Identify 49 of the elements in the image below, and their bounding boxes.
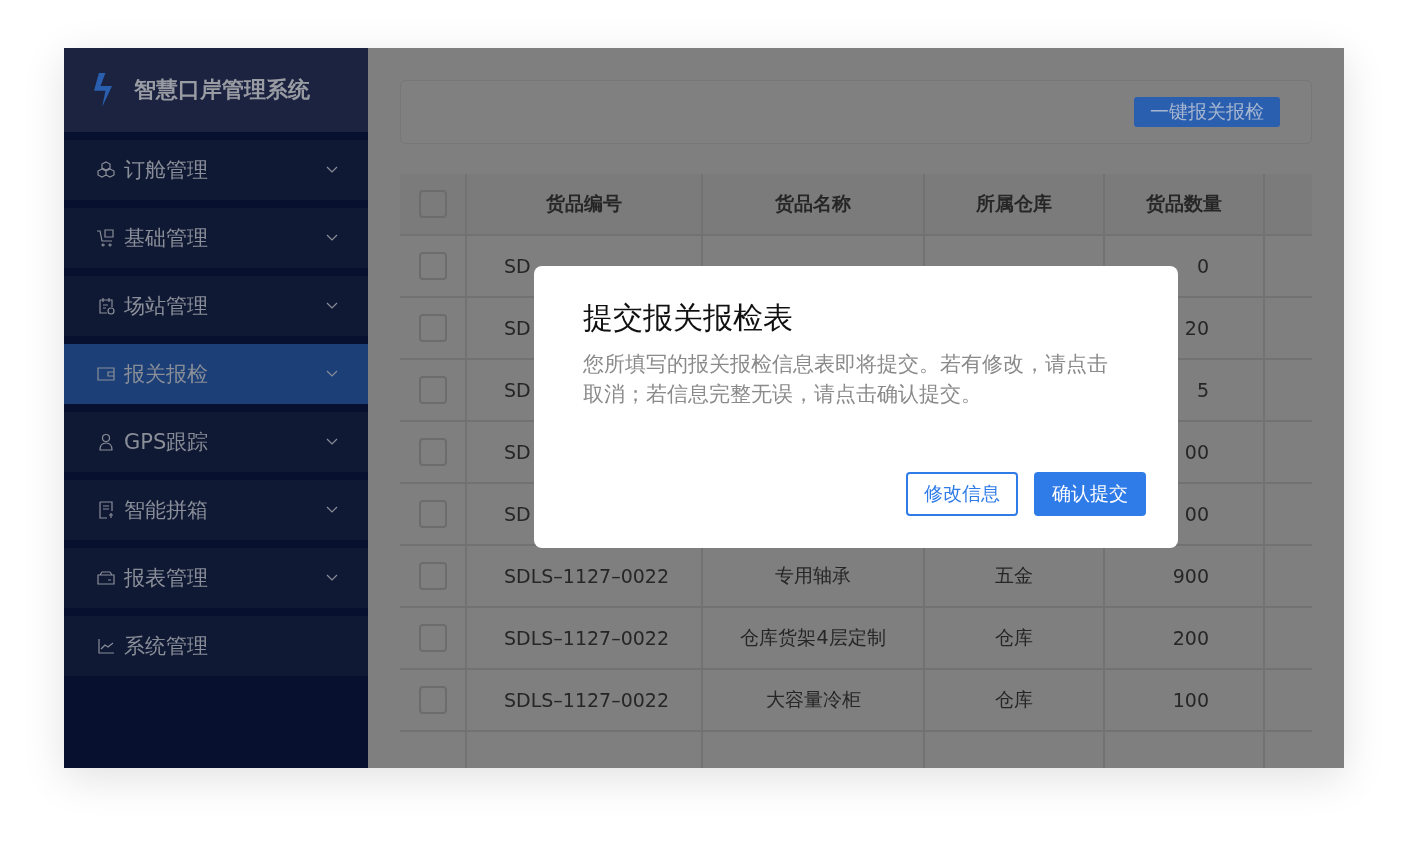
table-cell: 200 xyxy=(1172,627,1209,649)
sidebar-item[interactable]: 订舱管理 xyxy=(64,140,368,200)
sidebar-item[interactable]: 场站管理 xyxy=(64,276,368,336)
table-cell: 仓库 xyxy=(995,626,1033,648)
table-cell: SD xyxy=(504,441,531,463)
table-cell: SD xyxy=(504,503,531,525)
table-cell: 20 xyxy=(1184,317,1209,339)
table-cell: 0 xyxy=(1196,255,1209,277)
table-cell: SD xyxy=(504,317,531,339)
wallet-icon xyxy=(96,364,116,384)
column-header: 货品数量 xyxy=(1104,174,1264,235)
table-cell: 00 xyxy=(1184,441,1209,463)
sidebar-item[interactable]: 智能拼箱 xyxy=(64,480,368,540)
table-cell: 00 xyxy=(1184,503,1209,525)
cart-icon xyxy=(96,228,116,248)
lightning-logo-icon xyxy=(94,73,112,107)
sidebar-item[interactable]: 基础管理 xyxy=(64,208,368,268)
table-cell: 仓库货架4层定制 xyxy=(740,626,886,648)
clipboard-icon xyxy=(96,296,116,316)
person-icon xyxy=(96,432,116,452)
table-cell: SD xyxy=(504,379,531,401)
cubes-icon xyxy=(96,160,116,180)
table-cell: SDLS–1127–0022 xyxy=(504,627,670,649)
column-header: 所属仓库 xyxy=(924,174,1104,235)
receipt-icon xyxy=(96,500,116,520)
dialog-message: 您所填写的报关报检信息表即将提交。若有修改，请点击取消；若信息完整无误，请点击确认提交。 xyxy=(583,351,1109,408)
sidebar-item[interactable]: 报表管理 xyxy=(64,548,368,608)
confirm-button[interactable]: 确认提交 xyxy=(1034,472,1146,516)
app-title: 智慧口岸管理系统 xyxy=(134,76,310,104)
declare-button[interactable]: 一键报关报检 xyxy=(1134,97,1280,127)
chart-icon xyxy=(96,636,116,656)
folder-icon xyxy=(96,568,116,588)
sidebar-item[interactable]: 报关报检 xyxy=(64,344,368,404)
table-cell: 仓库 xyxy=(995,688,1033,710)
table-cell: SD xyxy=(504,255,531,277)
table-cell: 5 xyxy=(1196,379,1209,401)
edit-button[interactable]: 修改信息 xyxy=(906,472,1018,516)
table-cell: 100 xyxy=(1172,689,1209,711)
column-header: 货品名称 xyxy=(702,174,924,235)
sidebar-item[interactable]: 系统管理 xyxy=(64,616,368,676)
sidebar-item[interactable]: GPS跟踪 xyxy=(64,412,368,472)
column-header: 货品编号 xyxy=(466,174,702,235)
table-cell: SDLS–1127–0022 xyxy=(504,565,670,587)
table-cell: 大容量冷柜 xyxy=(765,688,861,710)
table-cell: SDLS–1127–0022 xyxy=(504,689,670,711)
table-cell: 专用轴承 xyxy=(775,564,851,586)
table-cell: 五金 xyxy=(995,564,1033,586)
table-cell: 900 xyxy=(1172,565,1209,587)
dialog-title: 提交报关报检表 xyxy=(583,299,794,337)
